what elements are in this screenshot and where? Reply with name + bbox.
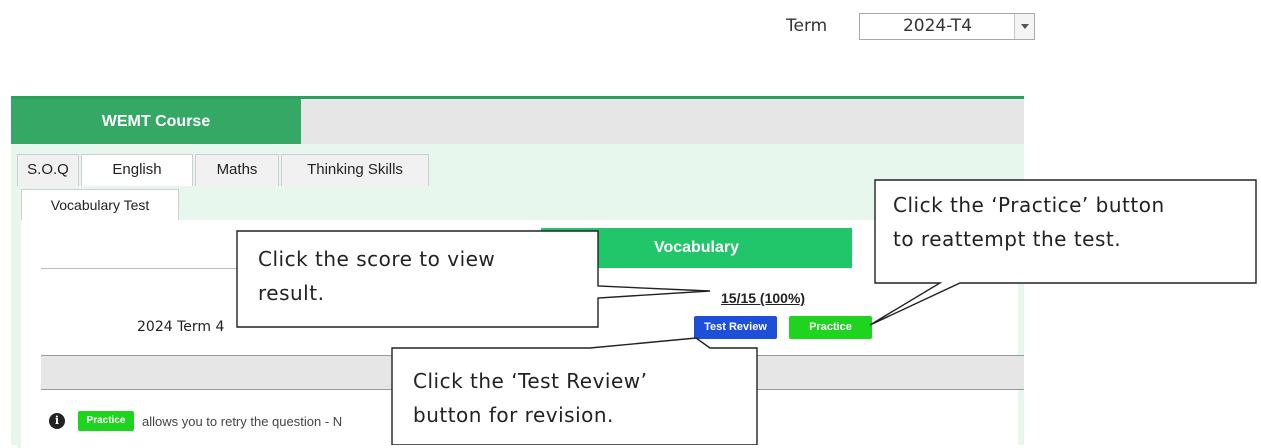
review-callout-line: button for revision. (413, 403, 614, 427)
tab-english[interactable]: English (81, 154, 193, 187)
term-select[interactable]: 2024-T4 (859, 13, 1035, 40)
score-callout-line: result. (258, 281, 325, 305)
term-label: Term (786, 16, 828, 36)
practice-button[interactable]: Practice (789, 316, 872, 339)
course-tab[interactable]: WEMT Course (11, 99, 301, 144)
column-header-vocabulary: Vocabulary (541, 228, 852, 268)
tab-thinking-skills[interactable]: Thinking Skills (281, 154, 429, 186)
review-callout-line: Click the ‘Test Review’ (413, 369, 648, 393)
score-callout-line: Click the score to view (258, 247, 496, 271)
term-select-value: 2024-T4 (902, 16, 973, 36)
test-review-button[interactable]: Test Review (694, 316, 777, 339)
review-callout: Click the ‘Test Review’ button for revis… (413, 364, 648, 432)
chevron-down-icon[interactable] (1014, 14, 1034, 39)
row-label: 2024 Term 4 (137, 319, 225, 335)
practice-badge: Practice (78, 411, 134, 431)
tab-vocabulary-test[interactable]: Vocabulary Test (21, 189, 179, 220)
practice-callout-line: Click the ‘Practice’ button (893, 193, 1165, 217)
tab-soq[interactable]: S.O.Q (17, 154, 79, 186)
info-text: allows you to retry the question - N (142, 414, 343, 429)
practice-callout-line: to reattempt the test. (893, 227, 1122, 251)
tab-maths[interactable]: Maths (195, 154, 279, 186)
info-icon: i (49, 413, 65, 429)
score-callout: Click the score to view result. (258, 242, 495, 310)
practice-callout: Click the ‘Practice’ button to reattempt… (893, 188, 1165, 256)
score-link[interactable]: 15/15 (100%) (721, 290, 805, 306)
